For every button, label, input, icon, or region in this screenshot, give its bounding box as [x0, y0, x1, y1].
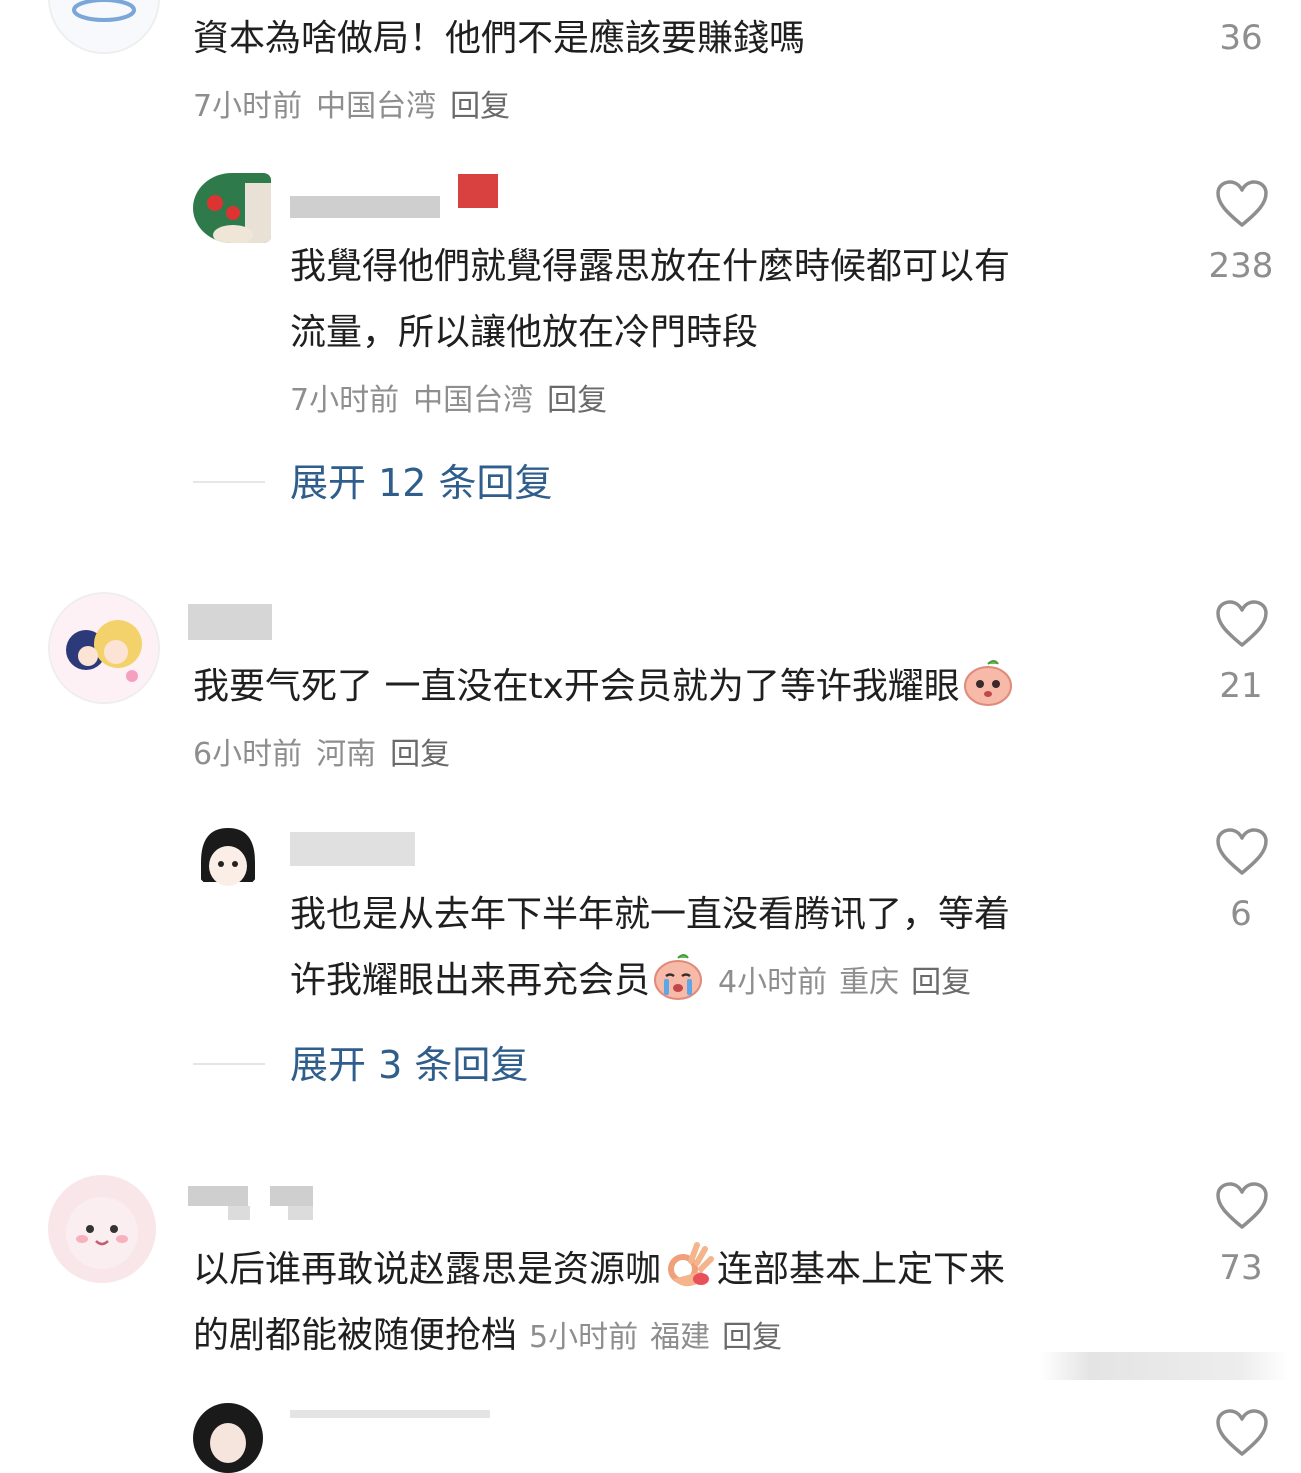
reply-meta: 7小时前 中国台湾 回复 [290, 381, 621, 421]
heart-outline-icon[interactable] [1215, 827, 1269, 877]
avatar[interactable] [48, 0, 160, 54]
expand-replies-button[interactable]: 展开 12 条回复 [290, 460, 553, 506]
username-redacted[interactable] [290, 174, 505, 222]
avatar[interactable] [48, 1175, 156, 1283]
comment-location: 中国台湾 [316, 89, 437, 124]
comment-time: 6小时前 [193, 737, 303, 772]
expand-divider [193, 481, 265, 483]
username-redacted[interactable] [188, 604, 272, 640]
reply-text-line: 流量，所以讓他放在冷門時段 [290, 312, 759, 353]
watermark [1040, 1352, 1290, 1380]
username-redacted[interactable] [290, 832, 415, 866]
comment-meta: 6小时前 河南 回复 [193, 735, 464, 775]
comment-text-part: 的剧都能被随便抢档 [193, 1315, 518, 1356]
comment-text-body: 我要气死了 一直没在tx开会员就为了等许我耀眼 [193, 666, 960, 707]
comment-text: 我要气死了 一直没在tx开会员就为了等许我耀眼 [193, 654, 1016, 720]
heart-outline-icon[interactable] [1215, 599, 1269, 649]
comment-location: 福建 [650, 1320, 711, 1355]
reply-text-line: 我覺得他們就覺得露思放在什麼時候都可以有 [290, 246, 1011, 287]
reply-button[interactable]: 回复 [722, 1320, 782, 1355]
reply-location: 重庆 [839, 965, 900, 1000]
heart-outline-icon[interactable] [1215, 1181, 1269, 1231]
comment-location: 河南 [316, 737, 377, 772]
reply-location: 中国台湾 [413, 383, 534, 418]
heart-outline-icon[interactable] [1215, 179, 1269, 229]
expand-divider [193, 1063, 265, 1065]
comment-text-part: 以后谁再敢说赵露思是资源咖 [193, 1249, 662, 1290]
comment-time: 5小时前 [529, 1320, 639, 1355]
comment-meta: 7小时前 中国台湾 回复 [193, 87, 524, 127]
username-redacted[interactable] [188, 1186, 313, 1220]
reply-button[interactable]: 回复 [547, 383, 607, 418]
peach-emoji-icon [962, 656, 1014, 708]
reply-meta: 4小时前 重庆 回复 [706, 965, 971, 1000]
comment-time: 7小时前 [193, 89, 303, 124]
comment-text-line: 以后谁再敢说赵露思是资源咖 连部基本上定下来 [193, 1237, 1005, 1303]
reply-text-body: 许我耀眼出来再充会员 [290, 960, 651, 1001]
username-redacted[interactable] [290, 1410, 490, 1418]
avatar[interactable] [48, 592, 160, 704]
comment-text-part: 连部基本上定下来 [717, 1249, 1006, 1290]
reply-button[interactable]: 回复 [390, 737, 450, 772]
heart-outline-icon[interactable] [1215, 1408, 1269, 1458]
reply-button[interactable]: 回复 [911, 965, 971, 1000]
like-count: 238 [1208, 246, 1274, 286]
like-count: 21 [1219, 666, 1263, 706]
comment-text: 資本為啥做局！他們不是應該要賺錢嗎 [193, 18, 806, 59]
reply-button[interactable]: 回复 [450, 89, 510, 124]
avatar[interactable] [193, 822, 263, 892]
crying-peach-emoji-icon [652, 950, 704, 1002]
like-count: 6 [1230, 894, 1252, 934]
like-count: 36 [1219, 18, 1263, 58]
reply-time: 4小时前 [718, 965, 828, 1000]
reply-time: 7小时前 [290, 383, 400, 418]
ok-hand-emoji-icon [663, 1239, 715, 1291]
reply-text-line: 我也是从去年下半年就一直没看腾讯了，等着 [290, 894, 1011, 935]
like-count: 73 [1219, 1248, 1263, 1288]
reply-text-line: 许我耀眼出来再充会员 4小时前 重庆 回复 [290, 948, 971, 1016]
avatar[interactable] [193, 173, 271, 243]
expand-replies-button[interactable]: 展开 3 条回复 [290, 1042, 528, 1088]
comment-text-line: 的剧都能被随便抢档 5小时前 福建 回复 [193, 1303, 782, 1371]
comment-meta: 5小时前 福建 回复 [517, 1320, 782, 1355]
avatar[interactable] [193, 1403, 263, 1473]
